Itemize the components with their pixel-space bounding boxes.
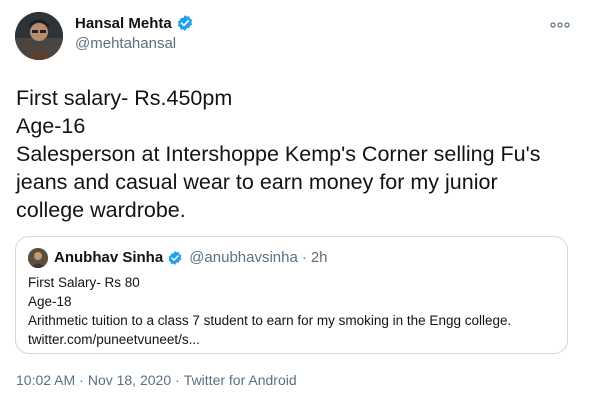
quoted-text-line: First Salary- Rs 80 — [28, 275, 140, 290]
verified-badge-icon — [176, 14, 194, 32]
quoted-link[interactable]: twitter.com/puneetvuneet/s... — [28, 330, 563, 349]
tweet-text-line: First salary- Rs.450pm — [16, 86, 233, 110]
tweet-metadata: 10:02 AM · Nov 18, 2020 · Twitter for Androi… — [16, 372, 297, 388]
tweet-text-line: jeans and casual wear to earn money for … — [16, 170, 498, 194]
tweet-text-line: Salesperson at Intershoppe Kemp's Corner… — [16, 142, 541, 166]
tweet-date[interactable]: Nov 18, 2020 — [88, 372, 171, 388]
tweet-text: First salary- Rs.450pm Age-16 Salesperso… — [16, 84, 581, 224]
separator-dot: · — [301, 249, 307, 266]
tweet-time[interactable]: 10:02 AM — [16, 372, 75, 388]
verified-badge-icon — [167, 250, 183, 266]
quoted-text: First Salary- Rs 80 Age-18 Arithmetic tu… — [28, 273, 563, 349]
quoted-text-line: Age-18 — [28, 294, 72, 309]
quoted-tweet[interactable]: Anubhav Sinha @anubhavsinha · 2h First S… — [15, 236, 568, 354]
author-avatar[interactable] — [15, 12, 63, 60]
tweet-source[interactable]: Twitter for Android — [184, 372, 297, 388]
quoted-author-name: Anubhav Sinha — [54, 249, 164, 266]
tweet: Hansal Mehta @mehtahansal First salary- … — [0, 0, 589, 400]
separator-dot: · — [79, 372, 84, 388]
author-name[interactable]: Hansal Mehta — [75, 15, 172, 32]
separator-dot: · — [175, 372, 180, 388]
author-handle[interactable]: @mehtahansal — [75, 35, 176, 52]
quoted-author-handle: @anubhavsinha — [189, 249, 298, 266]
quoted-text-line: Arithmetic tuition to a class 7 student … — [28, 313, 512, 328]
quoted-timestamp: 2h — [310, 249, 328, 266]
tweet-text-line: Age-16 — [16, 114, 86, 138]
quoted-avatar — [28, 248, 48, 268]
more-options-icon[interactable] — [548, 18, 572, 32]
tweet-text-line: college wardrobe. — [16, 198, 186, 222]
